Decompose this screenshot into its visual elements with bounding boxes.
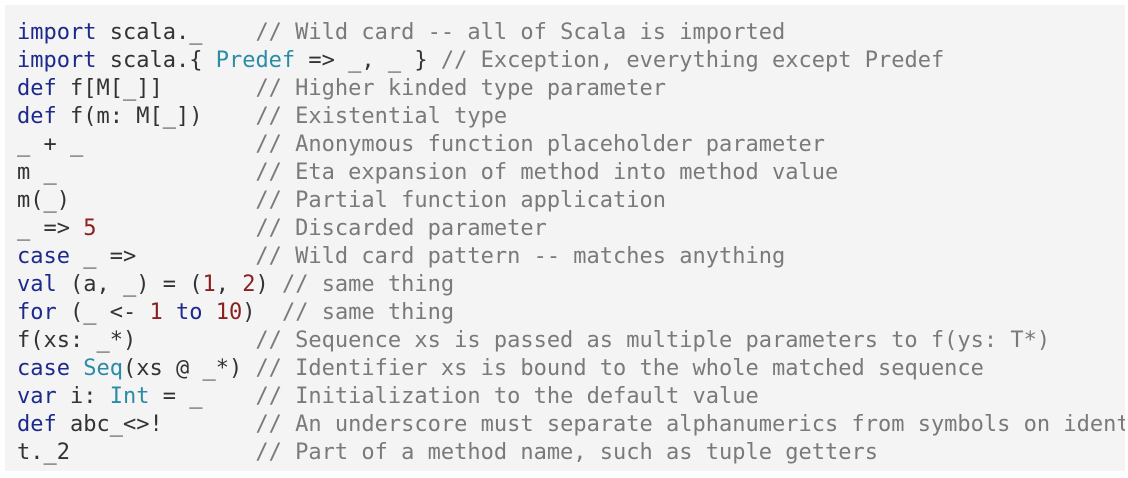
code-block: import scala._ // Wild card -- all of Sc…: [5, 5, 1125, 471]
code-line: def f(m: M[_]) // Existential type: [17, 103, 1125, 131]
number-token: 10: [215, 300, 243, 325]
comment-token: // Discarded parameter: [255, 216, 547, 241]
code-line: m _ // Eta expansion of method into meth…: [17, 159, 1125, 187]
code-token: i:: [56, 384, 110, 409]
comment-token: // Initialization to the default value: [255, 384, 759, 409]
code-token: _ + _: [17, 132, 256, 157]
code-token: scala._: [96, 20, 256, 45]
keyword-token: var: [17, 384, 57, 409]
code-token: scala.{: [96, 48, 216, 73]
number-token: 2: [242, 272, 256, 297]
comment-token: // Higher kinded type parameter: [255, 76, 667, 101]
code-line: m(_) // Partial function application: [17, 187, 1125, 215]
code-token: _ =>: [69, 244, 256, 269]
comment-token: // Identifier xs is bound to the whole m…: [255, 356, 984, 381]
comment-token: // same thing: [281, 272, 455, 297]
keyword-token: val: [17, 272, 57, 297]
keyword-token: case: [17, 356, 70, 381]
code-line: t._2 // Part of a method name, such as t…: [17, 439, 1125, 467]
code-line: def abc_<>! // An underscore must separa…: [17, 411, 1125, 439]
comment-token: // Sequence xs is passed as multiple par…: [255, 328, 1051, 353]
comment-token: // An underscore must separate alphanume…: [255, 412, 1125, 437]
code-line: f(xs: _*) // Sequence xs is passed as mu…: [17, 327, 1125, 355]
code-token: (xs @ _*): [122, 356, 256, 381]
code-token: (a, _) = (: [56, 272, 203, 297]
code-token: ,: [215, 272, 243, 297]
code-token: ): [255, 272, 282, 297]
code-line: case _ => // Wild card pattern -- matche…: [17, 243, 1125, 271]
keyword-token: to: [175, 300, 203, 325]
code-token: m _: [17, 160, 256, 185]
keyword-token: case: [17, 244, 70, 269]
code-line: val (a, _) = (1, 2) // same thing: [17, 271, 1125, 299]
type-token: Predef: [215, 48, 296, 73]
number-token: 1: [149, 300, 163, 325]
comment-token: // Part of a method name, such as tuple …: [255, 440, 878, 465]
comment-token: // Partial function application: [255, 188, 667, 213]
comment-token: // Exception, everything except Predef: [440, 48, 945, 73]
code-token: _ =>: [17, 216, 84, 241]
code-line: _ + _ // Anonymous function placeholder …: [17, 131, 1125, 159]
keyword-token: import: [17, 20, 97, 45]
code-token: f(xs: _*): [17, 328, 256, 353]
comment-token: // Anonymous function placeholder parame…: [255, 132, 825, 157]
code-line: var i: Int = _ // Initialization to the …: [17, 383, 1125, 411]
comment-token: // same thing: [281, 300, 455, 325]
code-token: => _, _ }: [295, 48, 441, 73]
comment-token: // Wild card -- all of Scala is imported: [255, 20, 786, 45]
code-token: m(_): [17, 188, 256, 213]
comment-token: // Wild card pattern -- matches anything: [255, 244, 786, 269]
code-line: def f[M[_]] // Higher kinded type parame…: [17, 75, 1125, 103]
code-line: case Seq(xs @ _*) // Identifier xs is bo…: [17, 355, 1125, 383]
code-token: ): [242, 300, 282, 325]
code-line: import scala.{ Predef => _, _ } // Excep…: [17, 47, 1125, 75]
keyword-token: def: [17, 412, 57, 437]
code-token: (_ <-: [56, 300, 150, 325]
comment-token: // Existential type: [255, 104, 508, 129]
keyword-token: import: [17, 48, 97, 73]
code-token: f(m: M[_]): [56, 104, 256, 129]
code-line: import scala._ // Wild card -- all of Sc…: [17, 19, 1125, 47]
code-line: for (_ <- 1 to 10) // same thing: [17, 299, 1125, 327]
keyword-token: for: [17, 300, 57, 325]
code-line: _ => 5 // Discarded parameter: [17, 215, 1125, 243]
code-token: = _: [149, 384, 256, 409]
code-token: f[M[_]]: [56, 76, 256, 101]
type-token: Seq: [83, 356, 123, 381]
code-listing: import scala._ // Wild card -- all of Sc…: [17, 19, 1125, 467]
code-token: t._2: [17, 440, 256, 465]
type-token: Int: [109, 384, 150, 409]
number-token: 1: [202, 272, 216, 297]
number-token: 5: [83, 216, 97, 241]
keyword-token: def: [17, 76, 57, 101]
code-token: abc_<>!: [56, 412, 256, 437]
comment-token: // Eta expansion of method into method v…: [255, 160, 839, 185]
keyword-token: def: [17, 104, 57, 129]
